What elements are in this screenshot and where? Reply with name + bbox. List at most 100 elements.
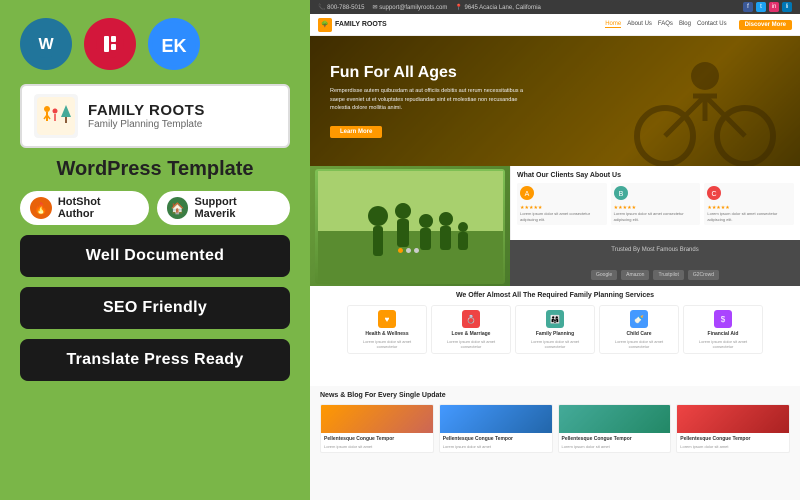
dot-3[interactable] bbox=[414, 248, 419, 253]
blog-post-3: Pellentesque Congue Tempor Lorem ipsum d… bbox=[676, 404, 790, 453]
services-grid: ♥ Health & Wellness Lorem ipsum dolor si… bbox=[320, 305, 790, 354]
brand-logo-icon bbox=[34, 94, 78, 138]
hero-description: Remperdisse autem quibusdam at aut offic… bbox=[330, 87, 530, 112]
support-label: Support Maverik bbox=[194, 196, 280, 220]
nav-link-faqs[interactable]: FAQs bbox=[658, 21, 673, 28]
testimonial-text-3: Lorem ipsum dolor sit amet consectetur a… bbox=[707, 211, 791, 222]
dot-2[interactable] bbox=[406, 248, 411, 253]
service-3-icon: 🍼 bbox=[630, 310, 648, 328]
service-3-name: Child Care bbox=[604, 331, 674, 337]
svg-text:EK: EK bbox=[161, 36, 186, 56]
blog-title: News & Blog For Every Single Update bbox=[320, 392, 790, 399]
trusted-logo-2: Trustpilot bbox=[653, 270, 683, 280]
testimonials-section: What Our Clients Say About Us A ★★★★★ Lo… bbox=[510, 166, 800, 240]
trusted-logo-1: Amazon bbox=[621, 270, 649, 280]
facebook-icon: f bbox=[743, 2, 753, 12]
brand-name: FAMILY ROOTS bbox=[88, 102, 205, 119]
ek-icon: EK bbox=[148, 18, 200, 70]
testimonials-title: What Our Clients Say About Us bbox=[517, 172, 794, 179]
nav-link-about[interactable]: About Us bbox=[627, 21, 652, 28]
blog-content-2: Pellentesque Congue Tempor Lorem ipsum d… bbox=[559, 433, 671, 452]
avatar-2: B bbox=[614, 186, 628, 200]
blog-post-1-text: Lorem ipsum dolor sit amet bbox=[443, 444, 549, 449]
twitter-icon: t bbox=[756, 2, 766, 12]
trusted-section: Trusted By Most Famous Brands Google Ama… bbox=[510, 240, 800, 286]
svg-text:C: C bbox=[712, 191, 717, 198]
nav-link-blog[interactable]: Blog bbox=[679, 21, 691, 28]
service-0-icon: ♥ bbox=[378, 310, 396, 328]
slider-dots bbox=[398, 248, 419, 253]
main-nav: 🌳 FAMILY ROOTS Home About Us FAQs Blog C… bbox=[310, 14, 800, 36]
blog-post-1: Pellentesque Congue Tempor Lorem ipsum d… bbox=[439, 404, 553, 453]
feature-seo-friendly[interactable]: SEO Friendly bbox=[20, 287, 290, 329]
blog-content-0: Pellentesque Congue Tempor Lorem ipsum d… bbox=[321, 433, 433, 452]
blog-grid: Pellentesque Congue Tempor Lorem ipsum d… bbox=[320, 404, 790, 453]
testimonial-1: A ★★★★★ Lorem ipsum dolor sit amet conse… bbox=[517, 183, 607, 225]
nav-link-home[interactable]: Home bbox=[605, 21, 621, 28]
left-panel: W EK bbox=[0, 0, 310, 500]
blog-post-2-text: Lorem ipsum dolor sit amet bbox=[562, 444, 668, 449]
nav-brand-name: FAMILY ROOTS bbox=[335, 21, 387, 28]
feature-well-documented[interactable]: Well Documented bbox=[20, 235, 290, 277]
blog-img-0 bbox=[321, 405, 433, 433]
blog-img-1 bbox=[440, 405, 552, 433]
trusted-logo-0: Google bbox=[591, 270, 617, 280]
service-3-desc: Lorem ipsum dolor sit amet consectetur bbox=[604, 339, 674, 349]
social-icons: f t in li bbox=[743, 2, 792, 12]
blog-img-2 bbox=[559, 405, 671, 433]
testimonial-3: C ★★★★★ Lorem ipsum dolor sit amet conse… bbox=[704, 183, 794, 225]
platform-icons-row: W EK bbox=[20, 18, 290, 70]
service-2: 👨‍👩‍👧 Family Planning Lorem ipsum dolor … bbox=[515, 305, 595, 354]
service-1: 💍 Love & Marriage Lorem ipsum dolor sit … bbox=[431, 305, 511, 354]
blog-content-3: Pellentesque Congue Tempor Lorem ipsum d… bbox=[677, 433, 789, 452]
linkedin-icon: li bbox=[782, 2, 792, 12]
service-0-name: Health & Wellness bbox=[352, 331, 422, 337]
nav-cta-button[interactable]: Discover More bbox=[739, 20, 792, 30]
testimonials-grid: A ★★★★★ Lorem ipsum dolor sit amet conse… bbox=[517, 183, 794, 225]
service-4-icon: $ bbox=[714, 310, 732, 328]
blog-post-2-title: Pellentesque Congue Tempor bbox=[562, 436, 668, 442]
trusted-logo-3: G2Crowd bbox=[688, 270, 719, 280]
instagram-icon: in bbox=[769, 2, 779, 12]
hotshot-badge: 🔥 HotShot Author bbox=[20, 191, 149, 225]
services-section: We Offer Almost All The Required Family … bbox=[310, 286, 800, 386]
testimonial-2: B ★★★★★ Lorem ipsum dolor sit amet conse… bbox=[611, 183, 701, 225]
nav-link-contact[interactable]: Contact Us bbox=[697, 21, 727, 28]
avatar-1: A bbox=[520, 186, 534, 200]
hero-content: Fun For All Ages Remperdisse autem quibu… bbox=[330, 64, 530, 138]
hero-cta-button[interactable]: Learn More bbox=[330, 126, 382, 138]
service-0: ♥ Health & Wellness Lorem ipsum dolor si… bbox=[347, 305, 427, 354]
service-4-desc: Lorem ipsum dolor sit amet consectetur bbox=[688, 339, 758, 349]
services-title: We Offer Almost All The Required Family … bbox=[320, 292, 790, 299]
svg-text:W: W bbox=[38, 36, 54, 53]
hero-silhouette bbox=[625, 46, 785, 166]
nav-logo-icon: 🌳 bbox=[318, 18, 332, 32]
blog-post-0-text: Lorem ipsum dolor sit amet bbox=[324, 444, 430, 449]
wp-template-label: WordPress Template bbox=[20, 158, 290, 181]
website-mockup: 📞 800-788-5015 ✉ support@familyroots.com… bbox=[310, 0, 800, 500]
hero-title: Fun For All Ages bbox=[330, 64, 530, 82]
blog-post-0-title: Pellentesque Congue Tempor bbox=[324, 436, 430, 442]
hotshot-label: HotShot Author bbox=[58, 196, 139, 220]
blog-post-0: Pellentesque Congue Tempor Lorem ipsum d… bbox=[320, 404, 434, 453]
badges-row: 🔥 HotShot Author 🏠 Support Maverik bbox=[20, 191, 290, 225]
dot-1[interactable] bbox=[398, 248, 403, 253]
service-2-name: Family Planning bbox=[520, 331, 590, 337]
email-text: ✉ support@familyroots.com bbox=[373, 4, 448, 11]
service-4-name: Financial Aid bbox=[688, 331, 758, 337]
blog-img-3 bbox=[677, 405, 789, 433]
service-2-icon: 👨‍👩‍👧 bbox=[546, 310, 564, 328]
blog-post-2: Pellentesque Congue Tempor Lorem ipsum d… bbox=[558, 404, 672, 453]
phone-text: 📞 800-788-5015 bbox=[318, 4, 365, 11]
family-photo-section bbox=[310, 166, 510, 286]
blog-post-3-text: Lorem ipsum dolor sit amet bbox=[680, 444, 786, 449]
family-svg bbox=[318, 171, 503, 281]
testimonial-text-1: Lorem ipsum dolor sit amet consectetur a… bbox=[520, 211, 604, 222]
blog-post-1-title: Pellentesque Congue Tempor bbox=[443, 436, 549, 442]
hotshot-icon: 🔥 bbox=[30, 197, 52, 219]
service-3: 🍼 Child Care Lorem ipsum dolor sit amet … bbox=[599, 305, 679, 354]
feature-translate-press[interactable]: Translate Press Ready bbox=[20, 339, 290, 381]
elementor-icon bbox=[84, 18, 136, 70]
nav-logo: 🌳 FAMILY ROOTS bbox=[318, 18, 387, 32]
brand-text: FAMILY ROOTS Family Planning Template bbox=[88, 102, 205, 130]
